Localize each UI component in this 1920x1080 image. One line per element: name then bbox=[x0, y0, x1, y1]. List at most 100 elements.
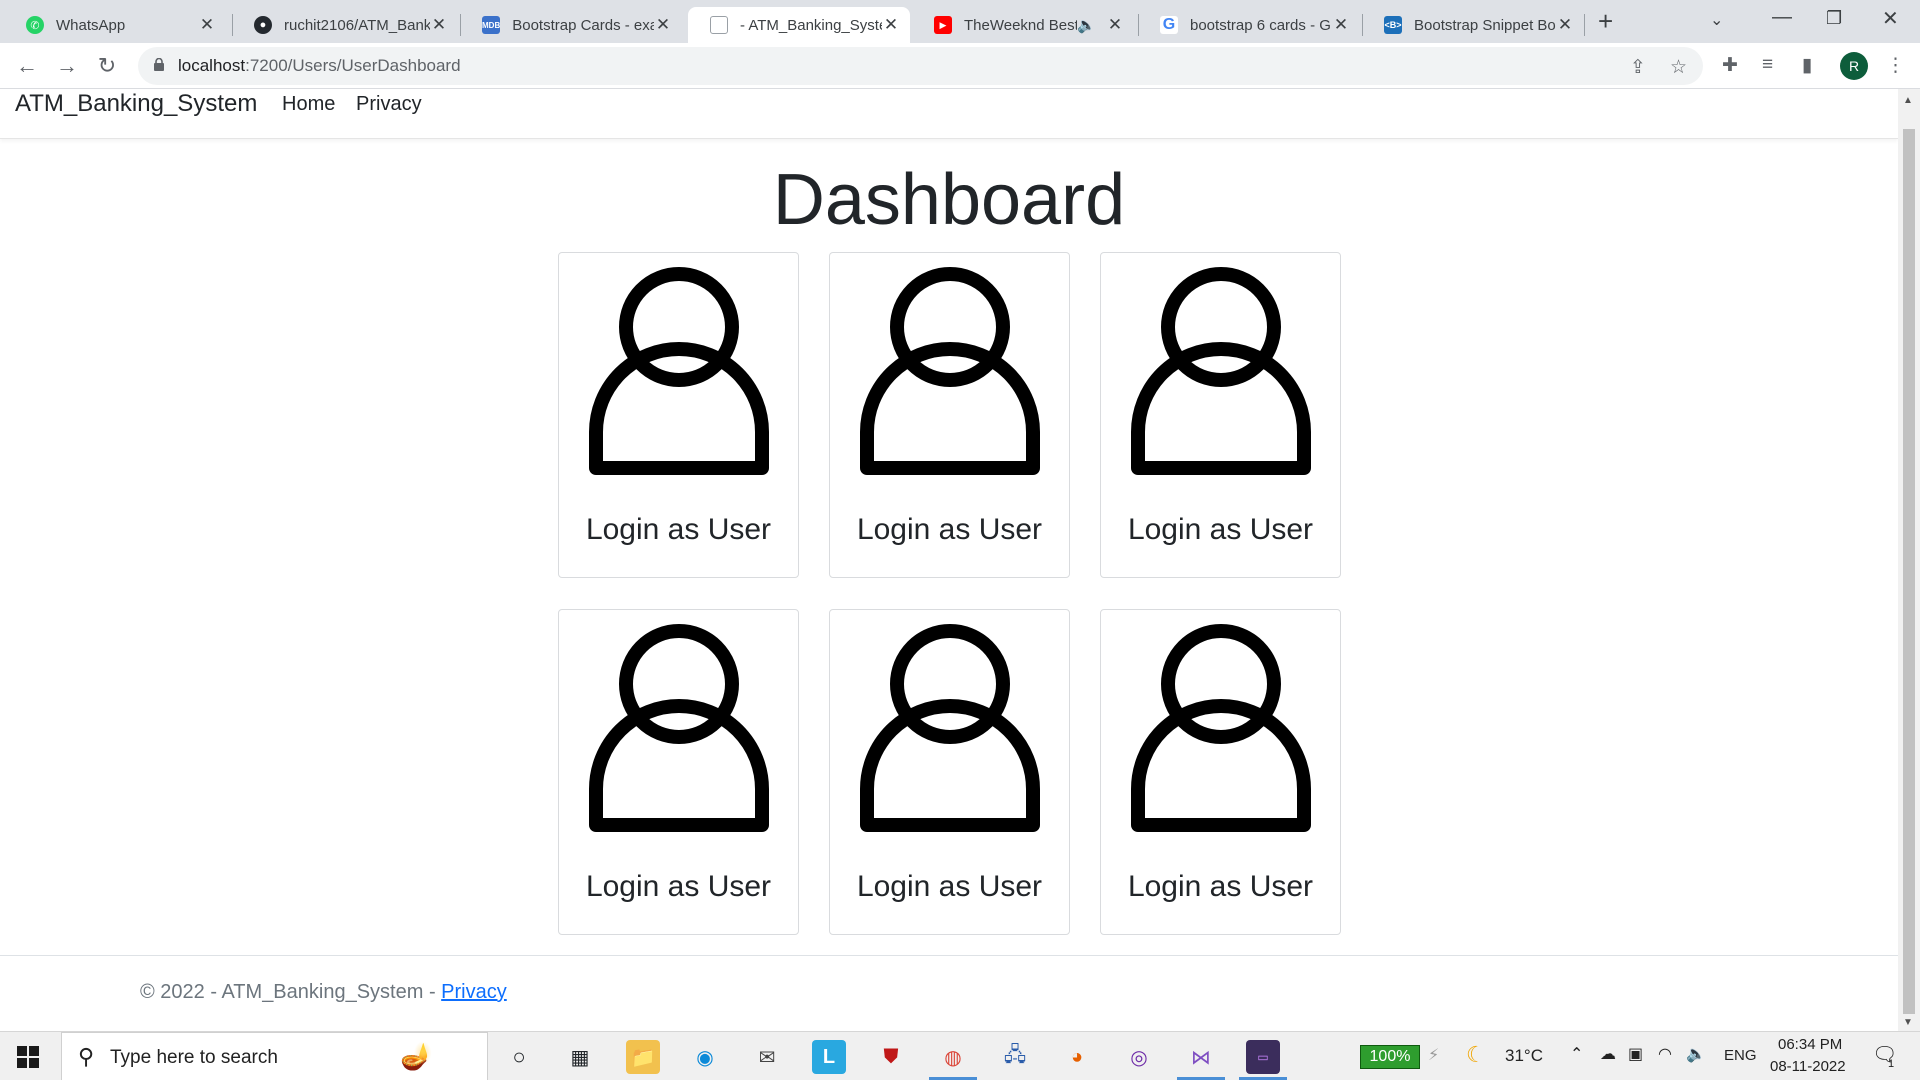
close-icon[interactable]: ✕ bbox=[882, 15, 900, 35]
close-icon[interactable]: ✕ bbox=[654, 15, 672, 35]
tab-title: bootstrap 6 cards - G bbox=[1190, 16, 1331, 34]
weather-moon-icon[interactable]: ☾ bbox=[1466, 1042, 1486, 1068]
tab-atm-banking-active[interactable]: - ATM_Banking_Syster ✕ bbox=[688, 7, 910, 43]
navbar-brand[interactable]: ATM_Banking_System bbox=[15, 90, 257, 118]
nav-link-home[interactable]: Home bbox=[282, 93, 335, 116]
tab-title: ruchit2106/ATM_Bank bbox=[284, 16, 430, 34]
battery-indicator[interactable]: 100% bbox=[1360, 1045, 1420, 1069]
extensions-icon[interactable]: ✚ bbox=[1722, 54, 1738, 77]
scroll-down-arrow-icon[interactable]: ▼ bbox=[1903, 1017, 1913, 1028]
close-icon[interactable]: ✕ bbox=[198, 15, 216, 35]
address-bar[interactable]: localhost:7200/Users/UserDashboard ⇪ ☆ bbox=[138, 47, 1703, 85]
tab-divider bbox=[1584, 14, 1585, 36]
search-placeholder: Type here to search bbox=[110, 1047, 278, 1068]
card-label: Login as User bbox=[856, 870, 1043, 903]
user-icon bbox=[589, 267, 769, 475]
share-icon[interactable]: ⇪ bbox=[1630, 56, 1646, 79]
close-icon[interactable]: ✕ bbox=[1332, 15, 1350, 35]
terminal-icon[interactable]: ▭ bbox=[1246, 1040, 1280, 1074]
close-icon[interactable]: ✕ bbox=[430, 15, 448, 35]
network-app-icon[interactable]: 🖧 bbox=[998, 1040, 1032, 1074]
login-user-card[interactable]: Login as User bbox=[829, 609, 1070, 935]
close-window-button[interactable]: ✕ bbox=[1882, 6, 1899, 31]
lock-icon[interactable] bbox=[154, 58, 164, 71]
chrome-icon[interactable]: ◍ bbox=[936, 1040, 970, 1074]
firefox-icon[interactable]: ◕ bbox=[1060, 1040, 1094, 1074]
card-label: Login as User bbox=[1127, 870, 1314, 903]
restore-button[interactable]: ❐ bbox=[1826, 8, 1842, 29]
close-icon[interactable]: ✕ bbox=[1106, 15, 1124, 35]
tab-youtube[interactable]: ▶ TheWeeknd Best 🔈 ✕ bbox=[912, 7, 1134, 43]
profile-avatar[interactable]: R bbox=[1840, 52, 1868, 80]
github-icon: ● bbox=[254, 16, 272, 34]
taskbar-search-box[interactable]: ⚲ Type here to search 🪔 bbox=[61, 1032, 488, 1080]
tab-title: TheWeeknd Best bbox=[964, 16, 1078, 34]
browser-toolbar: ← → ↻ localhost:7200/Users/UserDashboard… bbox=[0, 43, 1920, 89]
user-icon bbox=[589, 624, 769, 832]
login-user-card[interactable]: Login as User bbox=[829, 252, 1070, 578]
tab-title: - ATM_Banking_Syster bbox=[740, 16, 882, 34]
wifi-icon[interactable]: ◠ bbox=[1658, 1044, 1672, 1064]
reload-button[interactable]: ↻ bbox=[92, 51, 122, 81]
tab-search-chevron-icon[interactable]: ⌄ bbox=[1710, 10, 1723, 30]
tab-title: WhatsApp bbox=[56, 16, 126, 34]
media-control-icon[interactable]: ≡ bbox=[1762, 54, 1773, 76]
mcafee-icon[interactable]: ⛊ bbox=[874, 1040, 908, 1074]
tab-bootsnipp[interactable]: <B> Bootstrap Snippet Bo ✕ bbox=[1362, 7, 1584, 43]
windows-taskbar: ⚲ Type here to search 🪔 ○ ▦ 📁 ◉ ✉ L ⛊ ◍ … bbox=[0, 1031, 1920, 1080]
tray-chevron-up-icon[interactable]: ⌃ bbox=[1570, 1044, 1583, 1064]
tab-google-search[interactable]: G bootstrap 6 cards - G ✕ bbox=[1138, 7, 1360, 43]
minimize-button[interactable]: — bbox=[1772, 6, 1792, 29]
language-indicator[interactable]: ENG bbox=[1724, 1047, 1757, 1064]
forward-button[interactable]: → bbox=[52, 51, 82, 81]
page-footer: © 2022 - ATM_Banking_System - Privacy bbox=[0, 955, 1898, 1031]
scrollbar-thumb[interactable] bbox=[1903, 129, 1915, 1014]
temperature-text[interactable]: 31°C bbox=[1505, 1046, 1543, 1066]
new-tab-button[interactable]: + bbox=[1598, 6, 1613, 37]
launcher-l-icon[interactable]: L bbox=[812, 1040, 846, 1074]
tab-bootstrap-cards[interactable]: MDB Bootstrap Cards - exa ✕ bbox=[460, 7, 682, 43]
file-explorer-icon[interactable]: 📁 bbox=[626, 1040, 660, 1074]
task-view-icon[interactable]: ▦ bbox=[563, 1040, 597, 1074]
google-icon: G bbox=[1160, 16, 1178, 34]
tab-whatsapp[interactable]: ✆ WhatsApp ✕ bbox=[4, 7, 226, 43]
tab-github[interactable]: ● ruchit2106/ATM_Bank ✕ bbox=[232, 7, 458, 43]
login-user-card[interactable]: Login as User bbox=[1100, 252, 1341, 578]
close-icon[interactable]: ✕ bbox=[1556, 15, 1574, 35]
windows-start-icon[interactable] bbox=[17, 1046, 39, 1068]
card-label: Login as User bbox=[1127, 513, 1314, 546]
url-text[interactable]: localhost:7200/Users/UserDashboard bbox=[178, 56, 461, 76]
side-panel-icon[interactable]: ▮ bbox=[1802, 54, 1812, 77]
more-menu-icon[interactable]: ⋮ bbox=[1886, 54, 1905, 77]
tab-title: Bootstrap Snippet Bo bbox=[1414, 16, 1556, 34]
mdb-icon: MDB bbox=[482, 16, 501, 34]
login-user-card[interactable]: Login as User bbox=[1100, 609, 1341, 935]
nav-link-privacy[interactable]: Privacy bbox=[356, 93, 422, 116]
mail-icon[interactable]: ✉ bbox=[750, 1040, 784, 1074]
bootsnipp-icon: <B> bbox=[1384, 16, 1402, 34]
onedrive-icon[interactable]: ☁ bbox=[1600, 1044, 1616, 1064]
login-user-card[interactable]: Login as User bbox=[558, 252, 799, 578]
card-label: Login as User bbox=[585, 513, 772, 546]
clock-date[interactable]: 08-11-2022 bbox=[1770, 1058, 1846, 1075]
page-scrollbar[interactable]: ▲ ▼ bbox=[1898, 89, 1920, 1031]
bookmark-star-icon[interactable]: ☆ bbox=[1670, 56, 1687, 79]
login-user-card[interactable]: Login as User bbox=[558, 609, 799, 935]
github-desktop-icon[interactable]: ◎ bbox=[1122, 1040, 1156, 1074]
whatsapp-icon: ✆ bbox=[26, 16, 44, 34]
scroll-up-arrow-icon[interactable]: ▲ bbox=[1903, 95, 1913, 106]
cortana-icon[interactable]: ○ bbox=[502, 1040, 536, 1074]
footer-privacy-link[interactable]: Privacy bbox=[441, 981, 507, 1003]
volume-icon[interactable]: 🔈 bbox=[1686, 1044, 1706, 1064]
display-icon[interactable]: ▣ bbox=[1628, 1044, 1643, 1064]
user-icon bbox=[860, 624, 1040, 832]
clock-time[interactable]: 06:34 PM bbox=[1778, 1036, 1842, 1053]
browser-tab-strip: ✆ WhatsApp ✕ ● ruchit2106/ATM_Bank ✕ MDB… bbox=[0, 0, 1920, 43]
visual-studio-icon[interactable]: ⋈ bbox=[1184, 1040, 1218, 1074]
edge-icon[interactable]: ◉ bbox=[688, 1040, 722, 1074]
search-icon: ⚲ bbox=[78, 1044, 95, 1069]
app-navbar: ATM_Banking_System Home Privacy bbox=[0, 89, 1898, 139]
speaker-icon[interactable]: 🔈 bbox=[1077, 16, 1096, 34]
back-button[interactable]: ← bbox=[12, 51, 42, 81]
youtube-icon: ▶ bbox=[934, 16, 952, 34]
